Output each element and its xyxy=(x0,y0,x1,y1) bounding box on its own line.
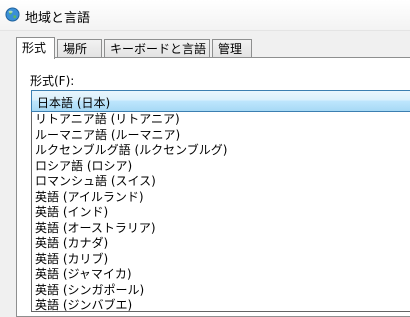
format-option[interactable]: 英語 (カナダ) xyxy=(32,236,410,252)
format-option[interactable]: 英語 (インド) xyxy=(32,205,410,221)
title-bar: 地域と言語 xyxy=(0,0,410,31)
format-option[interactable]: ルクセンブルグ語 (ルクセンブルグ) xyxy=(32,143,410,159)
format-option[interactable]: ロマンシュ語 (スイス) xyxy=(32,174,410,190)
tab-format[interactable]: 形式 xyxy=(16,37,55,59)
tab-location[interactable]: 場所 xyxy=(57,39,102,57)
format-option[interactable]: 英語 (オーストラリア) xyxy=(32,221,410,237)
format-label: 形式(F): xyxy=(30,74,75,88)
format-option[interactable]: ルーマニア語 (ルーマニア) xyxy=(32,128,410,144)
format-option[interactable]: 英語 (シンガポール) xyxy=(32,283,410,299)
globe-icon xyxy=(5,7,20,22)
tab-keyboards-languages[interactable]: キーボードと言語 xyxy=(104,39,210,57)
format-dropdown-list[interactable]: リトアニア語 (リトアニア) ルーマニア語 (ルーマニア) ルクセンブルグ語 (… xyxy=(31,112,410,312)
tab-administrative[interactable]: 管理 xyxy=(212,39,252,57)
format-option[interactable]: リトアニア語 (リトアニア) xyxy=(32,112,410,128)
format-option[interactable]: 英語 (カリブ) xyxy=(32,252,410,268)
format-selected-value: 日本語 (日本) xyxy=(37,96,111,110)
format-combobox[interactable]: 日本語 (日本) xyxy=(31,90,410,112)
format-option[interactable]: 英語 (ジャマイカ) xyxy=(32,267,410,283)
format-option[interactable]: 英語 (アイルランド) xyxy=(32,190,410,206)
format-option[interactable]: ロシア語 (ロシア) xyxy=(32,159,410,175)
format-option[interactable]: 英語 (ジンバブエ) xyxy=(32,298,410,311)
window-title: 地域と言語 xyxy=(25,11,91,26)
